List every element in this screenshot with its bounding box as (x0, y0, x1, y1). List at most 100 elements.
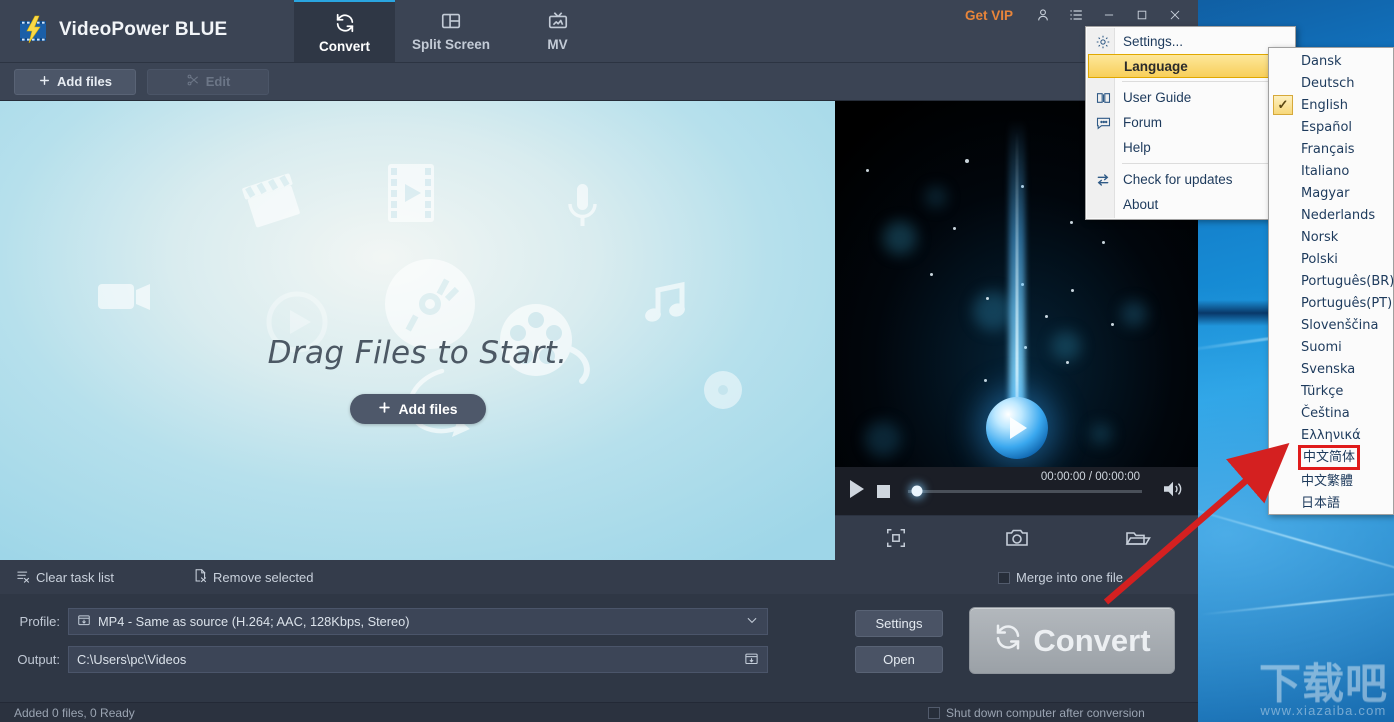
language-item-20[interactable]: 日本語 (1269, 490, 1393, 512)
menu-separator (1122, 81, 1289, 82)
menu-item-user-guide-label: User Guide (1123, 90, 1192, 105)
profile-folder-icon (77, 613, 91, 630)
plus-icon (38, 74, 51, 90)
profile-select[interactable]: MP4 - Same as source (H.264; AAC, 128Kbp… (68, 608, 768, 635)
language-item-label: Italiano (1301, 163, 1350, 179)
language-item-7[interactable]: Nederlands (1269, 204, 1393, 226)
menu-item-user-guide[interactable]: User Guide (1086, 85, 1295, 110)
clear-task-list-button[interactable]: Clear task list (16, 569, 114, 587)
language-item-11[interactable]: Português(PT) (1269, 292, 1393, 314)
seek-bar[interactable] (908, 485, 1142, 497)
language-item-18[interactable]: 中文简体 (1269, 444, 1393, 470)
menu-item-language-label: Language (1124, 58, 1188, 74)
close-icon[interactable] (1159, 3, 1190, 27)
edit-button[interactable]: Edit (147, 68, 269, 95)
language-item-label: Deutsch (1301, 75, 1355, 91)
menu-item-check-for-updates[interactable]: Check for updates (1086, 167, 1295, 192)
language-item-10[interactable]: Português(BR) (1269, 270, 1394, 292)
language-item-label: Polski (1301, 251, 1338, 267)
browse-folder-icon[interactable] (744, 651, 759, 669)
menu-item-about-label: About (1123, 197, 1159, 212)
menu-item-language[interactable]: Language (1088, 54, 1293, 78)
language-item-label: Slovenščina (1301, 317, 1379, 333)
language-item-4[interactable]: Français (1269, 138, 1393, 160)
remove-selected-button[interactable]: Remove selected (193, 568, 313, 587)
language-item-15[interactable]: Türkçe (1269, 380, 1393, 402)
language-item-3[interactable]: Español (1269, 116, 1393, 138)
checkbox-box[interactable] (998, 571, 1011, 584)
menu-item-settings[interactable]: Settings... (1086, 29, 1295, 54)
language-item-13[interactable]: Suomi (1269, 336, 1393, 358)
language-item-label: Čeština (1301, 405, 1350, 421)
remove-file-icon (193, 568, 208, 587)
tab-convert-label: Convert (318, 38, 370, 54)
language-item-14[interactable]: Svenska (1269, 358, 1393, 380)
chevron-down-icon[interactable] (745, 613, 759, 630)
open-button[interactable]: Open (855, 646, 943, 673)
output-settings-panel: Profile: MP4 - Same as source (H.264; AA… (0, 594, 1198, 722)
drop-add-files-button[interactable]: Add files (349, 394, 486, 424)
tab-split-screen[interactable]: Split Screen (395, 0, 507, 62)
language-item-label: Svenska (1301, 361, 1356, 377)
language-item-2[interactable]: ✓ English (1269, 94, 1393, 116)
application-window: VideoPower BLUE Convert Split Screen MV … (0, 0, 1198, 722)
merge-into-one-file-label: Merge into one file (1016, 570, 1123, 585)
maximize-icon[interactable] (1126, 3, 1157, 27)
language-item-9[interactable]: Polski (1269, 248, 1393, 270)
language-item-19[interactable]: 中文繁體 (1269, 468, 1393, 490)
language-item-6[interactable]: Magyar (1269, 182, 1393, 204)
menu-item-forum[interactable]: Forum (1086, 110, 1295, 135)
player-tools (835, 515, 1198, 560)
profile-label: Profile: (19, 614, 60, 629)
convert-button[interactable]: Convert (969, 607, 1175, 674)
add-files-button[interactable]: Add files (14, 68, 136, 95)
language-item-8[interactable]: Norsk (1269, 226, 1393, 248)
merge-into-one-file-checkbox[interactable]: Merge into one file (998, 570, 1123, 585)
snapshot-button[interactable] (956, 527, 1077, 549)
seek-handle[interactable] (911, 485, 923, 497)
menu-item-about[interactable]: About (1086, 192, 1295, 217)
language-item-12[interactable]: Slovenščina (1269, 314, 1393, 336)
toolbar: Add files Edit (0, 63, 1198, 101)
side-buttons: Settings Open (855, 610, 943, 673)
file-drop-area[interactable]: Drag Files to Start. Add files (0, 101, 835, 560)
open-folder-button[interactable] (1077, 528, 1198, 548)
stop-icon[interactable] (877, 484, 890, 498)
language-item-label: Ελληνικά (1301, 427, 1361, 443)
video-power-logo-icon (18, 15, 48, 45)
settings-button[interactable]: Settings (855, 610, 943, 637)
main-body: Drag Files to Start. Add files 00:00:00 … (0, 101, 1198, 560)
task-action-bar: Clear task list Remove selected Merge in… (0, 560, 1198, 594)
hamburger-list-icon[interactable] (1060, 3, 1091, 27)
language-item-label: Magyar (1301, 185, 1350, 201)
menu-item-help[interactable]: Help (1086, 135, 1295, 160)
volume-on-icon[interactable] (1162, 480, 1184, 503)
tab-convert[interactable]: Convert (294, 0, 395, 62)
minimize-icon[interactable] (1093, 3, 1124, 27)
language-item-0[interactable]: Dansk (1269, 50, 1393, 72)
decorative-media-icons (0, 101, 835, 560)
tab-mv[interactable]: MV (507, 0, 608, 62)
output-value: C:\Users\pc\Videos (77, 652, 187, 667)
get-vip-button[interactable]: Get VIP (957, 4, 1021, 27)
shutdown-after-conversion-checkbox[interactable]: Shut down computer after conversion (928, 706, 1145, 720)
menu-item-check-for-updates-label: Check for updates (1123, 172, 1233, 187)
language-item-label: Français (1301, 141, 1355, 157)
user-account-icon[interactable] (1027, 3, 1058, 27)
language-item-16[interactable]: Čeština (1269, 402, 1393, 424)
scissors-icon (186, 73, 200, 90)
language-item-5[interactable]: Italiano (1269, 160, 1393, 182)
output-path-field[interactable]: C:\Users\pc\Videos (68, 646, 768, 673)
checkbox-box[interactable] (928, 707, 940, 719)
crop-button[interactable] (835, 527, 956, 549)
chat-bubble-icon (1094, 114, 1112, 132)
profile-value: MP4 - Same as source (H.264; AAC, 128Kbp… (98, 614, 410, 629)
status-left-text: Added 0 files, 0 Ready (14, 706, 135, 720)
language-item-17[interactable]: Ελληνικά (1269, 424, 1393, 446)
edit-label: Edit (205, 74, 231, 89)
watermark-cn-text: 下载吧 (1258, 659, 1388, 708)
language-item-label: 日本語 (1301, 495, 1341, 511)
language-item-1[interactable]: Deutsch (1269, 72, 1393, 94)
language-item-label: English (1301, 97, 1348, 113)
play-icon[interactable] (849, 479, 865, 503)
